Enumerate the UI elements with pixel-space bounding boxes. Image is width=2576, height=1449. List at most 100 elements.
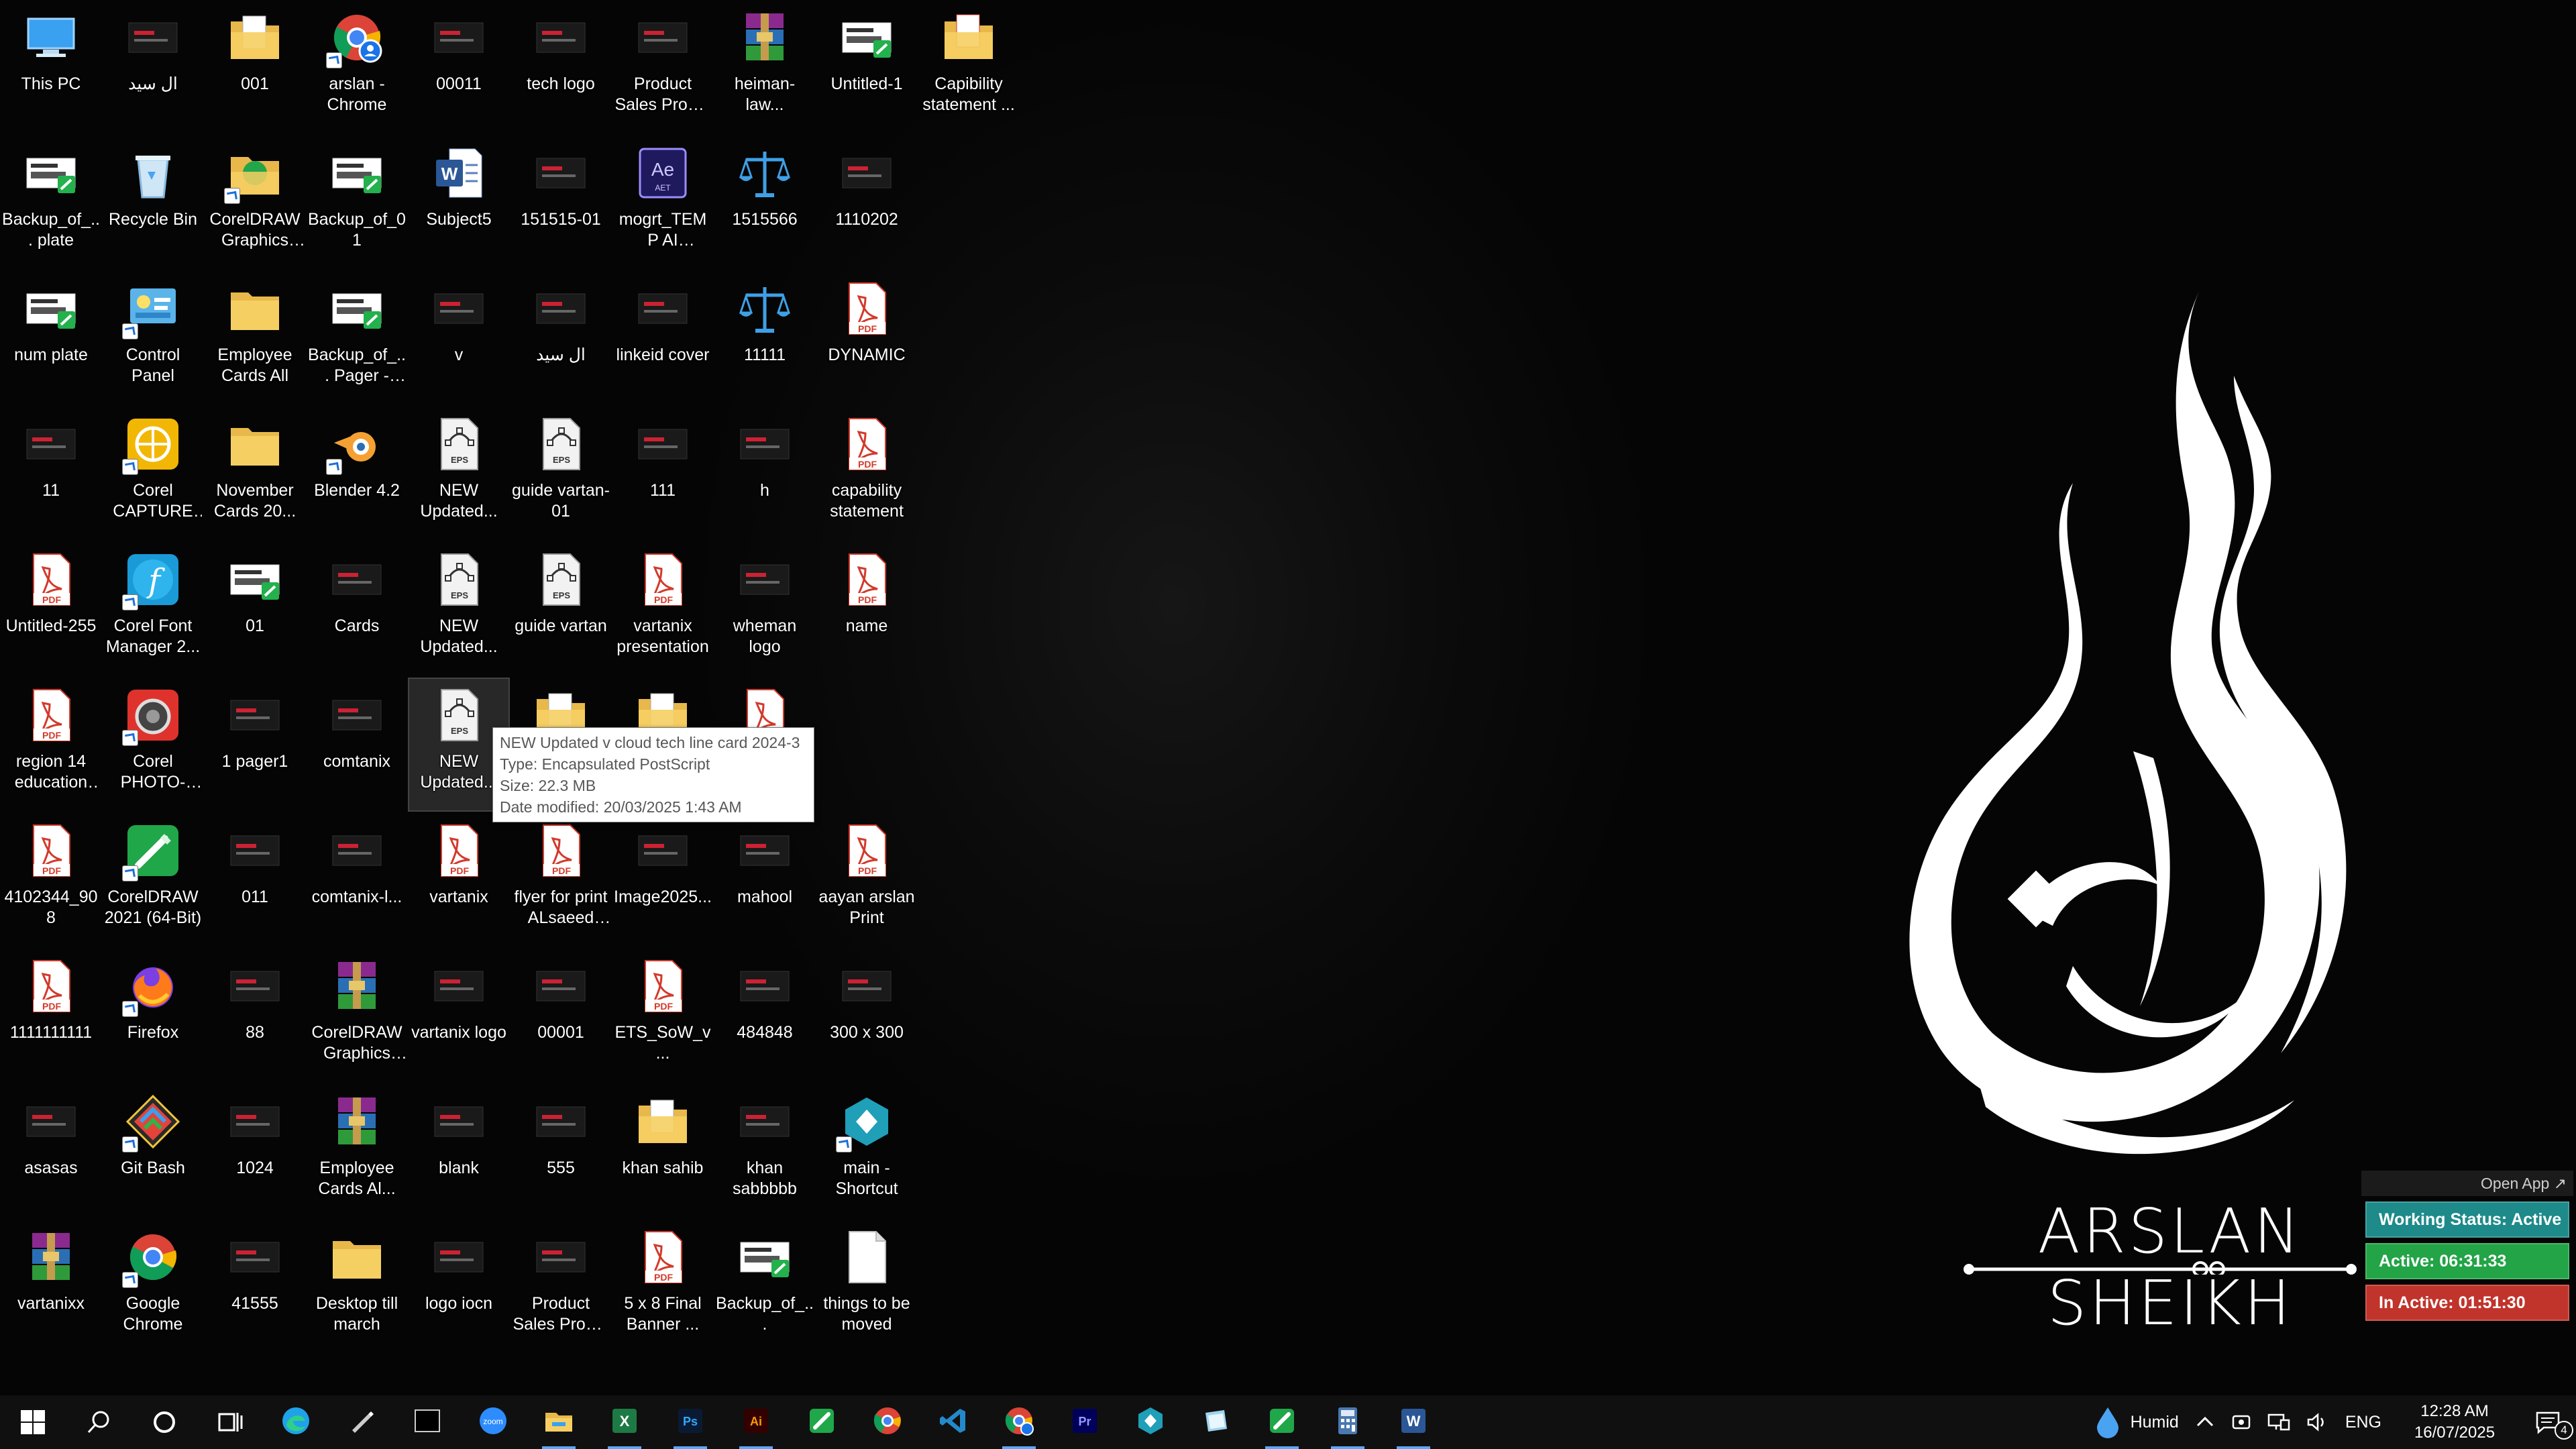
- language-indicator[interactable]: ENG: [2337, 1395, 2390, 1449]
- desktop-icon-1515566[interactable]: 1515566: [715, 137, 814, 268]
- taskbar-app-chrome-profile[interactable]: [986, 1395, 1052, 1449]
- taskbar-app-photoshop[interactable]: Ps: [657, 1395, 723, 1449]
- desktop-icon-blank[interactable]: blank: [409, 1085, 508, 1217]
- desktop-icon-arslan-chrome[interactable]: arslan - Chrome: [307, 1, 407, 133]
- desktop-icon-cards[interactable]: Cards: [307, 543, 407, 675]
- meet-now-button[interactable]: [2223, 1395, 2259, 1449]
- taskbar-app-pen-tool[interactable]: [329, 1395, 394, 1449]
- desktop-icon-coreldraw-graphics-su[interactable]: CorelDRAW Graphics Su...: [205, 137, 305, 268]
- clock[interactable]: 12:28 AM 16/07/2025: [2390, 1395, 2520, 1449]
- desktop-icon-product-sales-promo-pack[interactable]: Product Sales Promo Pack...: [511, 1221, 610, 1352]
- desktop-icon-comtanix-l[interactable]: comtanix-l...: [307, 814, 407, 946]
- desktop-icon-name[interactable]: PDF name: [817, 543, 916, 675]
- desktop-icon-00001[interactable]: 00001: [511, 950, 610, 1081]
- taskbar-app-chrome[interactable]: [855, 1395, 920, 1449]
- taskbar-app-terminal[interactable]: [394, 1395, 460, 1449]
- desktop-icon-1110202[interactable]: 1110202: [817, 137, 916, 268]
- taskbar-app-paper[interactable]: [1183, 1395, 1249, 1449]
- desktop-icon-11[interactable]: 11: [1, 408, 101, 539]
- desktop-icon-300-x-300[interactable]: 300 x 300: [817, 950, 916, 1081]
- desktop-icon-001[interactable]: 001: [205, 1, 305, 133]
- desktop-icon-things-to-be-moved[interactable]: things to be moved: [817, 1221, 916, 1352]
- desktop-icon-aayan-arslan-print[interactable]: PDF aayan arslan Print: [817, 814, 916, 946]
- taskbar-app-coreldraw[interactable]: [789, 1395, 855, 1449]
- desktop-icon-vartanix[interactable]: PDF vartanix: [409, 814, 508, 946]
- desktop-icon-november-cards-20[interactable]: November Cards 20...: [205, 408, 305, 539]
- desktop-icon-new-updated[interactable]: EPS NEW Updated...: [409, 543, 508, 675]
- desktop-icon-88[interactable]: 88: [205, 950, 305, 1081]
- taskbar-app-vscode[interactable]: [920, 1395, 986, 1449]
- desktop-icon-v[interactable]: v: [409, 272, 508, 404]
- desktop-icon-wheman-logo[interactable]: wheman logo: [715, 543, 814, 675]
- taskbar-app-word[interactable]: W: [1381, 1395, 1446, 1449]
- desktop-icon-employee-cards-all[interactable]: Employee Cards All: [205, 272, 305, 404]
- desktop-icon-11111[interactable]: 11111: [715, 272, 814, 404]
- desktop-icon-flyer-for-print-alsaeed-po[interactable]: PDF flyer for print ALsaeed po...: [511, 814, 610, 946]
- desktop-icon-coreldraw-graphics-su[interactable]: CorelDRAW Graphics Su...: [307, 950, 407, 1081]
- desktop-icon-item[interactable]: ال سید: [511, 272, 610, 404]
- desktop-icon-google-chrome[interactable]: Google Chrome: [103, 1221, 203, 1352]
- desktop-icon-untitled-1[interactable]: Untitled-1: [817, 1, 916, 133]
- desktop-icon-untitled-255[interactable]: PDF Untitled-255: [1, 543, 101, 675]
- desktop-icon-tech-logo[interactable]: tech logo: [511, 1, 610, 133]
- desktop-icon-capability-statement[interactable]: PDF capability statement: [817, 408, 916, 539]
- desktop-icon-khan-sabbbbb[interactable]: khan sabbbbb: [715, 1085, 814, 1217]
- desktop-icon-recycle-bin[interactable]: Recycle Bin: [103, 137, 203, 268]
- task-view-button[interactable]: [197, 1395, 263, 1449]
- desktop-icon-asasas[interactable]: asasas: [1, 1085, 101, 1217]
- desktop-icon-4102344-908[interactable]: PDF 4102344_908: [1, 814, 101, 946]
- desktop-icon-1024[interactable]: 1024: [205, 1085, 305, 1217]
- desktop-icon-backup-of-01[interactable]: Backup_of_01: [307, 137, 407, 268]
- desktop-icon-corel-capture-2[interactable]: Corel CAPTURE 2...: [103, 408, 203, 539]
- desktop-icon-employee-cards-al[interactable]: Employee Cards Al...: [307, 1085, 407, 1217]
- network-button[interactable]: [2259, 1395, 2298, 1449]
- desktop-icon-product-sales-promo-pack[interactable]: Product Sales Promo Pack...: [613, 1, 712, 133]
- taskbar-app-premiere[interactable]: Pr: [1052, 1395, 1118, 1449]
- desktop-icon-5-x-8-final-banner[interactable]: PDF 5 x 8 Final Banner ...: [613, 1221, 712, 1352]
- start-button[interactable]: [0, 1395, 66, 1449]
- taskbar-app-file-explorer[interactable]: [526, 1395, 592, 1449]
- cortana-button[interactable]: [131, 1395, 197, 1449]
- desktop-icon-corel-font-manager-2[interactable]: f Corel Font Manager 2...: [103, 543, 203, 675]
- desktop-icon-011[interactable]: 011: [205, 814, 305, 946]
- desktop-icon-01[interactable]: 01: [205, 543, 305, 675]
- action-center-button[interactable]: 4: [2520, 1395, 2576, 1449]
- desktop-icon-vartanixx[interactable]: vartanixx: [1, 1221, 101, 1352]
- desktop-icon-linkeid-cover[interactable]: linkeid cover: [613, 272, 712, 404]
- desktop-icon-mogrt-temp-ai-convert[interactable]: Ae AET mogrt_TEMP AI (convert...: [613, 137, 712, 268]
- taskbar-app-edge[interactable]: [263, 1395, 329, 1449]
- desktop-icon-1111111111[interactable]: PDF 1111111111: [1, 950, 101, 1081]
- desktop-icon-subject5[interactable]: W Subject5: [409, 137, 508, 268]
- desktop-icon-151515-01[interactable]: 151515-01: [511, 137, 610, 268]
- desktop-icon-484848[interactable]: 484848: [715, 950, 814, 1081]
- desktop-icon-git-bash[interactable]: Git Bash: [103, 1085, 203, 1217]
- desktop-icon-00011[interactable]: 00011: [409, 1, 508, 133]
- desktop-icon-dynamic[interactable]: PDF DYNAMIC: [817, 272, 916, 404]
- desktop-icon-vartanix-presentation[interactable]: PDF vartanix presentation: [613, 543, 712, 675]
- desktop-icon-guide-vartan-01[interactable]: EPS guide vartan-01: [511, 408, 610, 539]
- desktop-icon-mahool[interactable]: mahool: [715, 814, 814, 946]
- desktop-icon-guide-vartan[interactable]: EPS guide vartan: [511, 543, 610, 675]
- desktop-icon-desktop-till-march[interactable]: Desktop till march: [307, 1221, 407, 1352]
- desktop-icon-41555[interactable]: 41555: [205, 1221, 305, 1352]
- taskbar-app-excel[interactable]: X: [592, 1395, 657, 1449]
- weather-widget[interactable]: Humid: [2086, 1395, 2187, 1449]
- desktop-icon-control-panel[interactable]: Control Panel: [103, 272, 203, 404]
- desktop-icon-1-pager1[interactable]: 1 pager1: [205, 679, 305, 810]
- open-app-link[interactable]: Open App ↗: [2361, 1171, 2573, 1196]
- desktop-icon-backup-of[interactable]: Backup_of_...: [715, 1221, 814, 1352]
- desktop-icon-region-14-education-s[interactable]: PDF region 14 education s...: [1, 679, 101, 810]
- desktop-icon-backup-of-pager-ny[interactable]: Backup_of_... Pager - NY...: [307, 272, 407, 404]
- desktop-icon-555[interactable]: 555: [511, 1085, 610, 1217]
- taskbar-app-illustrator[interactable]: Ai: [723, 1395, 789, 1449]
- taskbar-app-app[interactable]: [1118, 1395, 1183, 1449]
- desktop-icon-khan-sahib[interactable]: khan sahib: [613, 1085, 712, 1217]
- desktop-icon-capibility-statement[interactable]: Capibility statement ...: [919, 1, 1018, 133]
- taskbar-app-calculator[interactable]: [1315, 1395, 1381, 1449]
- desktop-icon-heiman-law[interactable]: heiman-law...: [715, 1, 814, 133]
- desktop-icon-num-plate[interactable]: num plate: [1, 272, 101, 404]
- taskbar-app-coreldraw-2[interactable]: [1249, 1395, 1315, 1449]
- desktop-icon-logo-iocn[interactable]: logo iocn: [409, 1221, 508, 1352]
- desktop-icon-h[interactable]: h: [715, 408, 814, 539]
- search-button[interactable]: [66, 1395, 131, 1449]
